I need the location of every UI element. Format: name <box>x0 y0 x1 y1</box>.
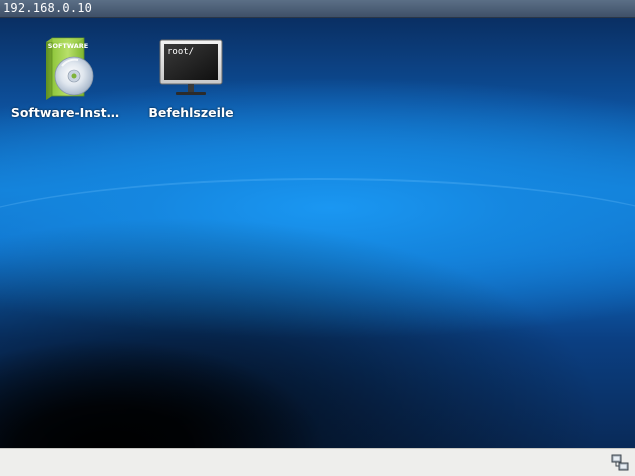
taskbar <box>0 448 635 476</box>
desktop-icon-software-installer[interactable]: SOFTWARE Software-Inst… <box>9 36 121 120</box>
title-bar: 192.168.0.10 <box>0 0 635 18</box>
remote-desktop-screen: 192.168.0.10 SOFTWARE Software-Inst… roo… <box>0 0 635 476</box>
box-text: SOFTWARE <box>48 42 88 50</box>
desktop-icon-label: Befehlszeile <box>148 105 234 120</box>
network-icon[interactable] <box>611 454 629 472</box>
desktop-background: SOFTWARE Software-Inst… root/ Befehlszei… <box>0 18 635 448</box>
software-box-cd-icon: SOFTWARE <box>30 36 100 102</box>
terminal-screen-text: root/ <box>167 47 194 57</box>
terminal-monitor-icon: root/ <box>156 36 226 102</box>
window-title: 192.168.0.10 <box>3 1 93 15</box>
desktop-icon-terminal[interactable]: root/ Befehlszeile <box>135 36 247 120</box>
desktop-icon-label: Software-Inst… <box>10 105 120 120</box>
